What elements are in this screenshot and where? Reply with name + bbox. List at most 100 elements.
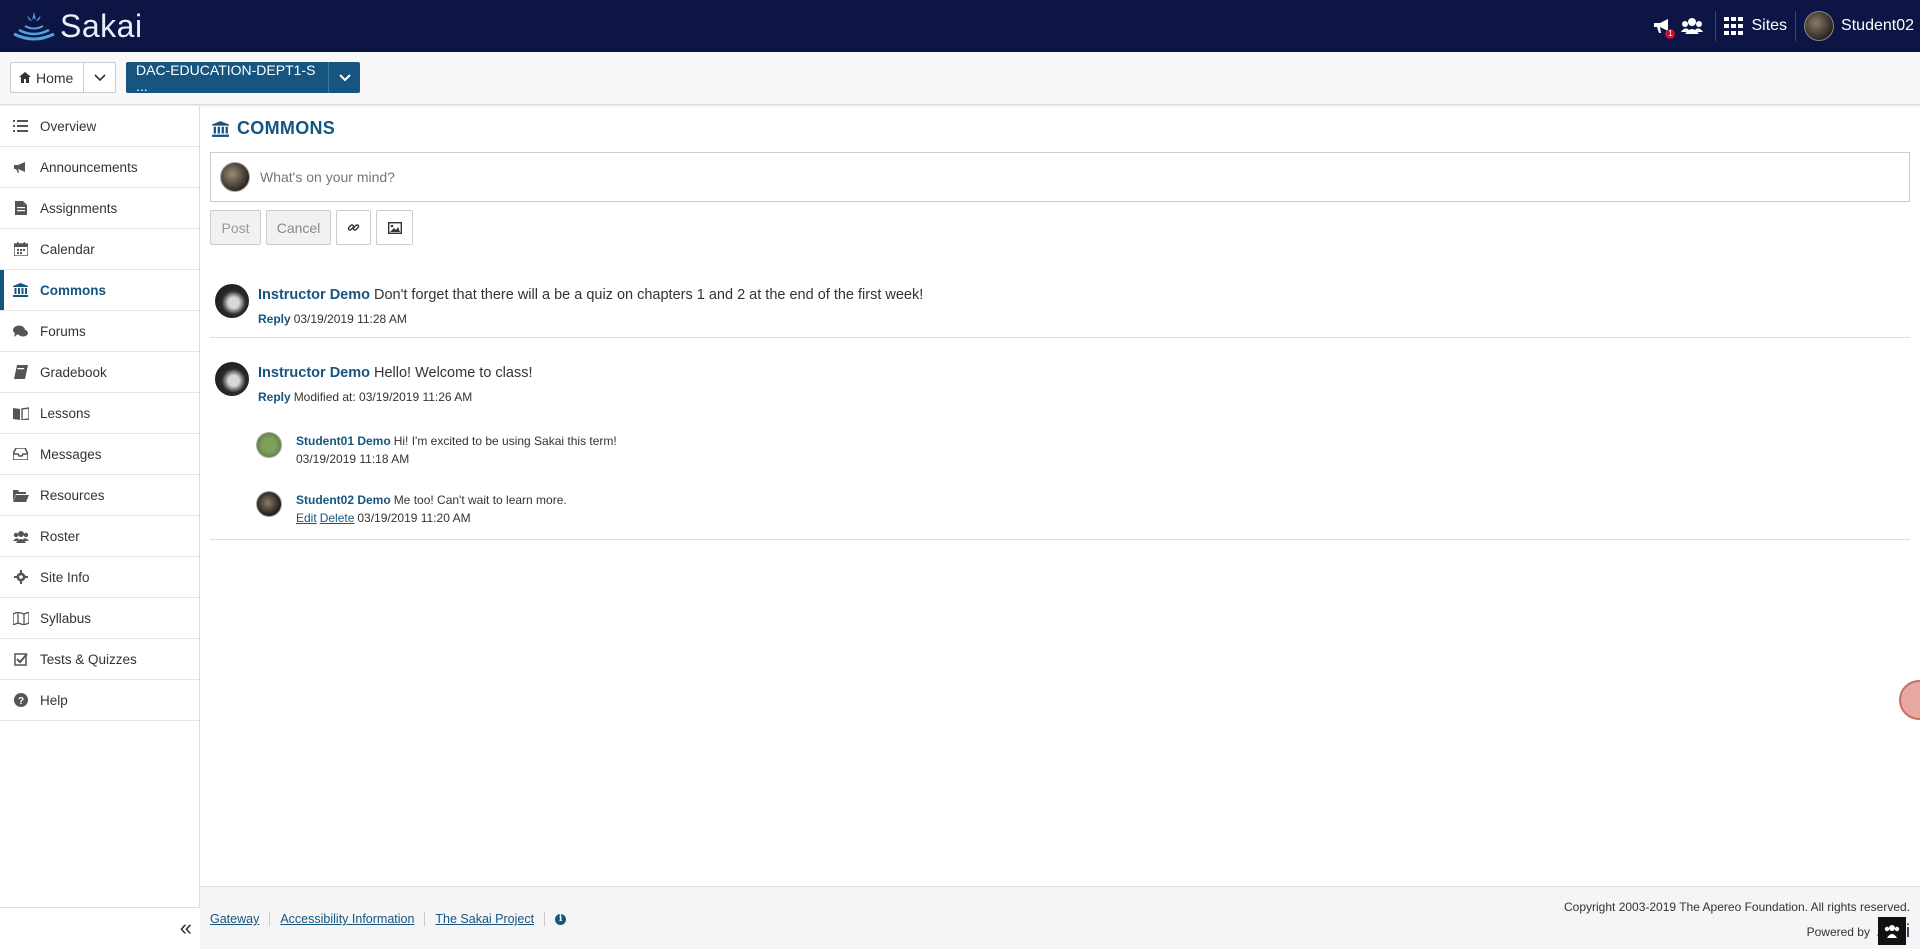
connections-button[interactable] (1679, 13, 1705, 39)
sidebar-item-forums[interactable]: Forums (0, 311, 199, 352)
delete-comment-link[interactable]: Delete (320, 511, 355, 525)
current-site-button[interactable]: DAC-EDUCATION-DEPT1-S ... (126, 61, 328, 94)
chevron-down-icon (93, 73, 106, 81)
post-author-link[interactable]: Instructor Demo (258, 287, 370, 303)
post-text: Hello! Welcome to class! (374, 365, 533, 381)
add-image-button[interactable] (376, 210, 413, 245)
sidebar-item-label: Roster (40, 528, 80, 544)
site-label: DAC-EDUCATION-DEPT1-S ... (136, 61, 316, 94)
reply-link[interactable]: Reply (258, 312, 291, 326)
sidebar-item-site-info[interactable]: Site Info (0, 557, 199, 598)
home-site-button[interactable]: Home (10, 62, 84, 93)
post-author-link[interactable]: Instructor Demo (258, 365, 370, 381)
post-item: Instructor Demo Don't forget that there w… (210, 274, 1910, 338)
comment-text: Hi! I'm excited to be using Sakai this t… (393, 434, 617, 448)
post-text: Don't forget that there will a be a quiz… (374, 287, 924, 303)
page-title: COMMONS (212, 118, 335, 139)
notifications-button[interactable]: 1 (1649, 13, 1676, 39)
comment-timestamp: 03/19/2019 11:20 AM (357, 511, 471, 525)
sidebar-item-gradebook[interactable]: Gradebook (0, 352, 199, 393)
post-content: Instructor Demo Hello! Welcome to class! (258, 365, 532, 381)
comments-icon (12, 323, 29, 340)
sidebar-item-label: Forums (40, 323, 86, 339)
sidebar-item-roster[interactable]: Roster (0, 516, 199, 557)
user-menu-button[interactable]: Student02 (1804, 11, 1914, 41)
home-icon (19, 72, 31, 83)
collapse-menu-button[interactable]: « (180, 917, 192, 939)
edit-comment-link[interactable]: Edit (296, 511, 317, 525)
sidebar-item-label: Help (40, 692, 68, 708)
sites-button[interactable]: Sites (1724, 17, 1787, 35)
post-meta: Reply Modified at: 03/19/2019 11:26 AM (258, 390, 472, 404)
sidebar-item-label: Calendar (40, 241, 95, 257)
header-divider (1715, 11, 1717, 41)
page-title-text: COMMONS (237, 118, 336, 138)
sidebar-item-label: Commons (40, 282, 107, 298)
footer-link-gateway[interactable]: Gateway (210, 912, 271, 926)
inbox-icon (12, 446, 29, 463)
sidebar-item-tests-quizzes[interactable]: Tests & Quizzes (0, 639, 199, 680)
logo-text: Sakai (60, 8, 143, 44)
sakai-logo[interactable]: Sakai (10, 8, 143, 45)
sidebar-item-messages[interactable]: Messages (0, 434, 199, 475)
comment-author-link[interactable]: Student01 Demo (296, 434, 391, 448)
chat-help-button[interactable] (1878, 917, 1906, 945)
sites-label: Sites (1751, 17, 1788, 34)
chevron-down-icon (338, 73, 351, 81)
sidebar-item-commons[interactable]: Commons (0, 270, 199, 311)
site-dropdown-button[interactable] (328, 62, 360, 93)
post-input[interactable] (260, 169, 1860, 185)
sidebar-item-lessons[interactable]: Lessons (0, 393, 199, 434)
sidebar-item-overview[interactable]: Overview (0, 106, 199, 147)
cancel-button[interactable]: Cancel (266, 210, 331, 245)
institution-icon (212, 120, 229, 137)
map-icon (12, 610, 29, 627)
avatar (256, 432, 282, 458)
comment-content: Student02 Demo Me too! Can't wait to lear… (296, 493, 567, 507)
post-timestamp: Modified at: 03/19/2019 11:26 AM (293, 390, 473, 404)
post-button[interactable]: Post (210, 210, 261, 245)
copyright-text: Copyright 2003-2019 The Apereo Foundatio… (1564, 900, 1910, 914)
comment-meta: Edit Delete 03/19/2019 11:20 AM (296, 511, 471, 525)
link-icon (347, 224, 360, 231)
comment-author-link[interactable]: Student02 Demo (296, 493, 391, 507)
notification-badge: 1 (1665, 29, 1676, 39)
sakai-logo-icon (13, 11, 55, 40)
main-content: COMMONS Post Cancel Instructor DemoDon't… (200, 106, 1920, 886)
file-icon (12, 200, 29, 217)
sidebar-item-calendar[interactable]: Calendar (0, 229, 199, 270)
folder-open-icon (12, 487, 29, 504)
user-name: Student02 (1841, 17, 1914, 34)
avatar (220, 162, 250, 192)
sidebar-item-announcements[interactable]: Announcements (0, 147, 199, 188)
footer: Gateway Accessibility Information The Sa… (200, 886, 1920, 949)
comment-meta: 03/19/2019 11:18 AM (296, 452, 409, 466)
users-icon (12, 528, 29, 545)
reply-link[interactable]: Reply (258, 390, 291, 404)
footer-link-sakai-project[interactable]: The Sakai Project (425, 912, 546, 926)
open-book-icon (12, 405, 29, 422)
sidebar-item-syllabus[interactable]: Syllabus (0, 598, 199, 639)
svg-text:?: ? (17, 696, 23, 707)
avatar (215, 284, 249, 318)
info-icon[interactable]: i (555, 913, 567, 925)
tool-menu: Overview Announcements Assignments Calen… (0, 106, 200, 949)
post-timestamp: 03/19/2019 11:28 AM (293, 312, 407, 326)
add-link-button[interactable] (336, 210, 371, 245)
top-header: Sakai 1 Sites Student02 (0, 0, 1920, 52)
users-icon (1681, 18, 1704, 34)
home-dropdown-button[interactable] (83, 62, 116, 93)
post-item: Instructor Demo Hello! Welcome to class! … (210, 352, 1910, 540)
check-square-icon (12, 651, 29, 668)
book-icon (12, 364, 29, 381)
sidebar-item-resources[interactable]: Resources (0, 475, 199, 516)
avatar (256, 491, 282, 517)
sidebar-item-help[interactable]: ? Help (0, 680, 199, 721)
home-label: Home (36, 69, 74, 86)
sidebar-item-assignments[interactable]: Assignments (0, 188, 199, 229)
footer-link-accessibility[interactable]: Accessibility Information (270, 912, 426, 926)
institution-icon (12, 282, 29, 299)
sidebar-item-label: Assignments (40, 200, 118, 216)
avatar (215, 362, 249, 396)
sidebar-item-label: Lessons (40, 405, 91, 421)
